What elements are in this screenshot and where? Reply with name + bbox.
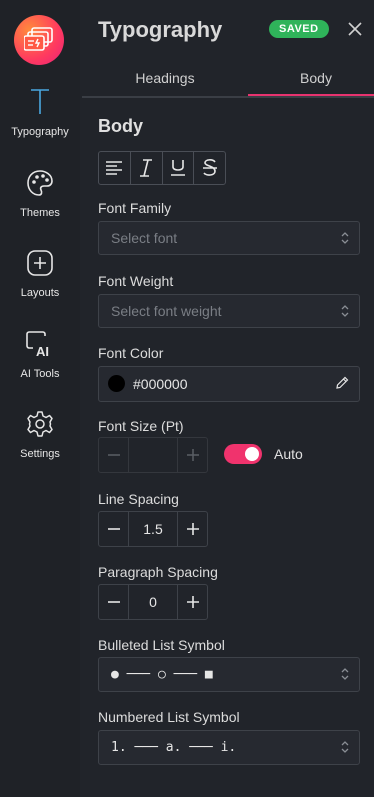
rail-item-ai-tools[interactable]: AI AI Tools: [0, 326, 80, 380]
rail-item-typography[interactable]: Typography: [0, 84, 80, 138]
align-left-icon: [106, 161, 123, 175]
font-weight-select[interactable]: Select font weight: [98, 294, 360, 328]
active-tab-indicator: [248, 94, 374, 96]
tab-headings[interactable]: Headings: [92, 70, 238, 86]
rail-item-layouts[interactable]: Layouts: [0, 245, 80, 299]
toggle-knob: [245, 447, 259, 461]
color-swatch[interactable]: [108, 375, 125, 392]
plus-icon: [186, 596, 199, 608]
bulleted-list-value: ● ─── ○ ─── ■: [111, 667, 213, 682]
line-spacing-stepper[interactable]: 1.5: [98, 511, 208, 547]
underline-button[interactable]: [163, 152, 195, 184]
typography-panel: Typography SAVED Headings Body Body Font…: [82, 0, 374, 797]
numbered-list-value: 1. ─── a. ─── i.: [111, 740, 237, 755]
font-size-stepper[interactable]: [98, 437, 208, 473]
panel-title: Typography: [98, 17, 223, 42]
align-button[interactable]: [99, 152, 131, 184]
underline-icon: [170, 160, 185, 176]
strikethrough-icon: [202, 159, 217, 176]
ai-tools-icon: AI: [0, 326, 80, 362]
palette-icon: [0, 165, 80, 201]
increase-button[interactable]: [178, 438, 207, 472]
app-logo[interactable]: [14, 15, 64, 65]
saved-badge: SAVED: [269, 20, 329, 38]
font-color-label: Font Color: [98, 345, 164, 361]
bulleted-list-select[interactable]: ● ─── ○ ─── ■: [98, 657, 360, 692]
minus-icon: [107, 601, 120, 603]
strikethrough-button[interactable]: [194, 152, 225, 184]
text-format-toolbar: [98, 151, 226, 185]
paragraph-spacing-value[interactable]: 0: [128, 585, 178, 619]
rail-item-label: AI Tools: [20, 368, 60, 380]
decrease-button[interactable]: [99, 438, 128, 472]
increase-button[interactable]: [178, 512, 207, 546]
decrease-button[interactable]: [99, 512, 128, 546]
bulleted-list-label: Bulleted List Symbol: [98, 637, 225, 653]
gear-icon: [0, 406, 80, 442]
font-weight-label: Font Weight: [98, 273, 174, 289]
font-color-field[interactable]: #000000: [98, 366, 360, 402]
tab-bar: Headings Body: [82, 64, 374, 98]
italic-button[interactable]: [131, 152, 163, 184]
chevron-updown-icon: [341, 305, 349, 317]
decrease-button[interactable]: [99, 585, 128, 619]
close-button[interactable]: [348, 22, 362, 41]
font-family-placeholder: Select font: [111, 230, 178, 246]
plus-icon: [186, 523, 199, 535]
rail-item-label: Settings: [20, 448, 60, 460]
svg-text:AI: AI: [36, 344, 49, 358]
numbered-list-label: Numbered List Symbol: [98, 709, 240, 725]
font-size-value[interactable]: [128, 438, 178, 472]
slides-icon: [24, 27, 53, 51]
typography-icon: [0, 84, 80, 120]
tab-body[interactable]: Body: [243, 70, 374, 86]
font-family-select[interactable]: Select font: [98, 221, 360, 255]
font-color-value: #000000: [133, 376, 188, 392]
minus-icon: [107, 454, 120, 456]
chevron-updown-icon: [341, 741, 349, 753]
italic-icon: [140, 159, 153, 177]
chevron-updown-icon: [341, 668, 349, 680]
close-icon: [348, 22, 362, 36]
add-layout-icon: [0, 245, 80, 281]
rail-item-themes[interactable]: Themes: [0, 165, 80, 219]
rail-item-label: Themes: [20, 207, 60, 219]
line-spacing-value[interactable]: 1.5: [128, 512, 178, 546]
rail-item-settings[interactable]: Settings: [0, 406, 80, 460]
numbered-list-select[interactable]: 1. ─── a. ─── i.: [98, 730, 360, 765]
font-weight-placeholder: Select font weight: [111, 303, 222, 319]
pencil-icon: [336, 376, 349, 389]
increase-button[interactable]: [178, 585, 207, 619]
paragraph-spacing-label: Paragraph Spacing: [98, 564, 218, 580]
paragraph-spacing-stepper[interactable]: 0: [98, 584, 208, 620]
rail-item-label: Layouts: [20, 287, 60, 299]
plus-icon: [186, 449, 199, 461]
minus-icon: [107, 528, 120, 530]
rail-item-label: Typography: [11, 126, 69, 138]
section-title: Body: [98, 116, 143, 136]
auto-size-toggle[interactable]: [224, 444, 262, 464]
side-rail: Typography Themes Layouts AI AI Tools Se…: [0, 0, 80, 797]
font-size-label: Font Size (Pt): [98, 418, 184, 434]
auto-label: Auto: [274, 446, 303, 462]
font-family-label: Font Family: [98, 200, 172, 216]
chevron-updown-icon: [341, 232, 349, 244]
line-spacing-label: Line Spacing: [98, 491, 179, 507]
